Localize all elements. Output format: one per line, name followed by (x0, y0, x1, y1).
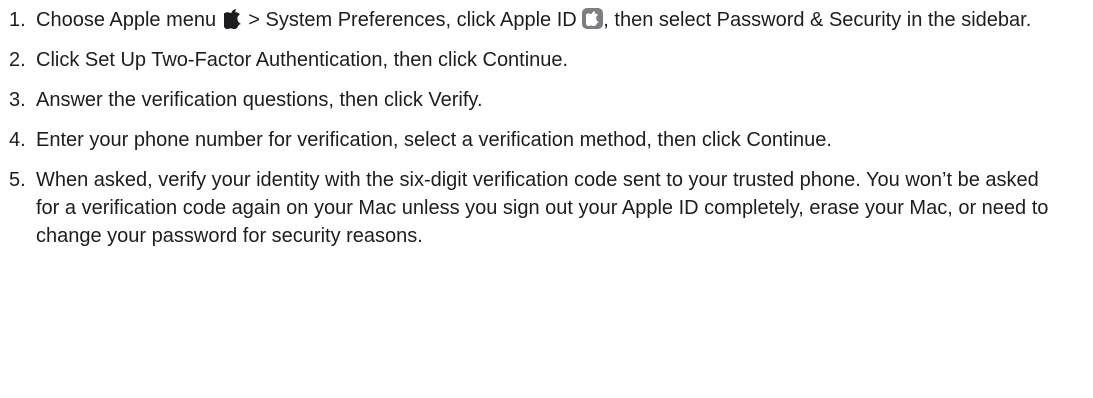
apple-id-icon (582, 8, 604, 29)
step-text: Click Set Up Two-Factor Authentication, … (36, 49, 569, 71)
step-text-part: , then select Password & Security in the… (603, 9, 1032, 31)
step-text-part: Choose Apple menu (36, 9, 222, 31)
step-5: 5. When asked, verify your identity with… (0, 166, 1093, 250)
step-4: 4. Enter your phone number for verificat… (0, 126, 1093, 154)
step-1: 1. Choose Apple menu > System Preference… (0, 6, 1093, 34)
step-text: Enter your phone number for verification… (36, 129, 832, 151)
instruction-steps: 1. Choose Apple menu > System Preference… (0, 0, 1093, 250)
step-text: When asked, verify your identity with th… (36, 169, 1049, 247)
step-2: 2. Click Set Up Two-Factor Authenticatio… (0, 46, 1093, 74)
step-text: Choose Apple menu > System Preferences, … (36, 6, 1093, 34)
step-3: 3. Answer the verification questions, th… (0, 86, 1093, 114)
step-text-part: > System Preferences, click Apple ID (242, 9, 583, 31)
step-text: Answer the verification questions, then … (36, 89, 483, 111)
apple-logo-icon (223, 9, 241, 29)
